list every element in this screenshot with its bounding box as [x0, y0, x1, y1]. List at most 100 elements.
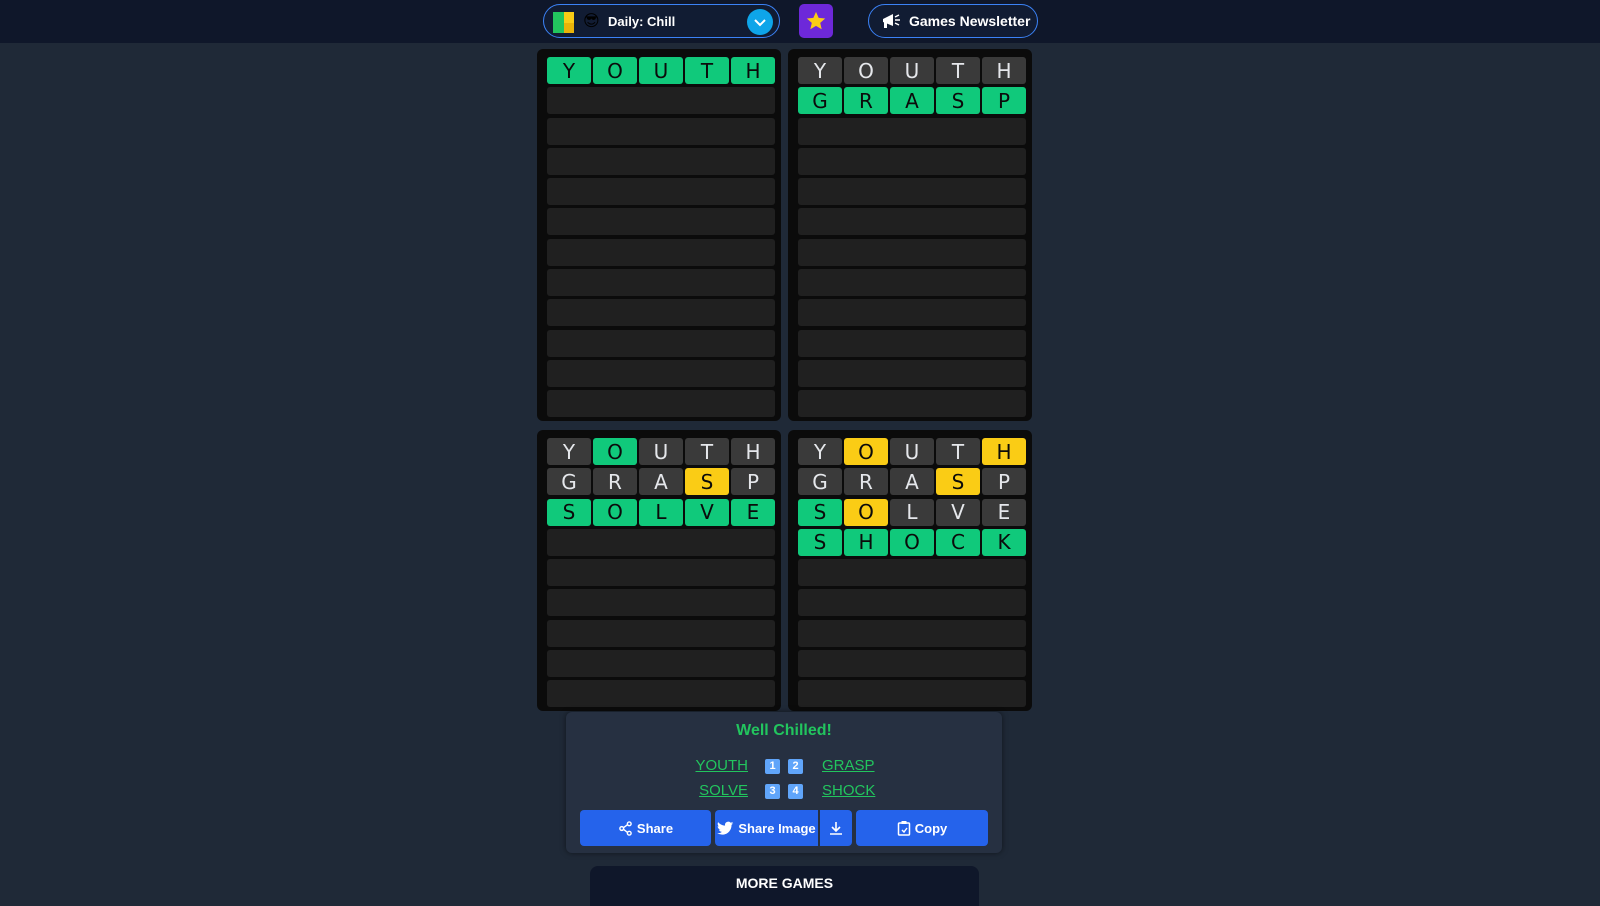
result-panel: Well Chilled! YOUTH 1 2 GRASP SOLVE 3 4 … [566, 712, 1002, 853]
answer-link[interactable]: SHOCK [822, 782, 875, 799]
copy-button[interactable]: Copy [856, 810, 988, 846]
share-label: Share [636, 820, 674, 836]
empty-row [798, 117, 1026, 145]
result-row: YOUTH 1 2 GRASP [566, 757, 1002, 777]
mode-select[interactable]: 😎 Daily: Chill [543, 4, 780, 38]
empty-row [547, 329, 775, 357]
board-number-badge: 4 [788, 784, 803, 799]
guess-row: SHOCK [798, 528, 1026, 556]
board-2: YOUTH GRASP [788, 49, 1032, 421]
guess-row: GRASP [547, 468, 775, 496]
letter-tile: O [593, 498, 637, 526]
empty-row [798, 390, 1026, 418]
letter-tile: L [890, 498, 934, 526]
guess-row: YOUTH [798, 438, 1026, 465]
letter-tile: E [731, 498, 775, 526]
letter-tile: U [890, 438, 934, 465]
letter-tile: Y [547, 57, 591, 84]
guess-row: YOUTH [547, 438, 775, 465]
empty-row [798, 619, 1026, 647]
letter-tile: G [547, 468, 591, 496]
board-number-badge: 1 [765, 759, 780, 774]
share-image-label: Share Image [738, 820, 816, 836]
letter-tile: T [685, 438, 729, 465]
letter-tile: Y [798, 57, 842, 84]
empty-row [547, 299, 775, 327]
empty-row [547, 178, 775, 206]
favorite-button[interactable] [799, 4, 833, 38]
letter-tile: T [936, 57, 980, 84]
letter-tile: H [982, 438, 1026, 465]
letter-tile: S [798, 498, 842, 526]
letter-tile: R [844, 87, 888, 115]
empty-row [547, 147, 775, 175]
letter-tile: P [731, 468, 775, 496]
empty-row [547, 589, 775, 617]
empty-row [547, 390, 775, 418]
letter-tile: K [982, 528, 1026, 556]
letter-tile: U [890, 57, 934, 84]
empty-row [798, 680, 1026, 708]
letter-tile: O [890, 528, 934, 556]
share-image-button[interactable]: Share Image [715, 810, 818, 846]
guess-row: YOUTH [547, 57, 775, 84]
empty-row [798, 208, 1026, 236]
board-1: YOUTH [537, 49, 781, 421]
letter-tile: S [798, 528, 842, 556]
download-button[interactable] [820, 810, 852, 846]
sunglasses-icon: 😎 [583, 13, 600, 30]
answer-link[interactable]: YOUTH [696, 757, 749, 774]
share-button[interactable]: Share [580, 810, 711, 846]
letter-tile: U [639, 438, 683, 465]
empty-row [547, 650, 775, 678]
board-number-badge: 2 [788, 759, 803, 774]
more-games-title: MORE GAMES [735, 875, 834, 891]
letter-tile: R [593, 468, 637, 496]
empty-row [547, 680, 775, 708]
letter-tile: P [982, 87, 1026, 115]
empty-row [798, 359, 1026, 387]
letter-tile: G [798, 87, 842, 115]
empty-row [798, 299, 1026, 327]
letter-tile: A [890, 468, 934, 496]
letter-tile: R [844, 468, 888, 496]
letter-tile: A [890, 87, 934, 115]
guess-row: GRASP [798, 468, 1026, 496]
mode-label: Daily: Chill [608, 14, 676, 29]
newsletter-button[interactable]: Games Newsletter [868, 4, 1038, 38]
chevron-down-icon[interactable] [747, 9, 773, 35]
empty-row [547, 87, 775, 115]
empty-row [798, 559, 1026, 587]
letter-tile: Y [547, 438, 591, 465]
more-games-section: MORE GAMES [590, 866, 979, 906]
letter-tile: O [844, 57, 888, 84]
empty-row [798, 178, 1026, 206]
empty-row [547, 619, 775, 647]
letter-tile: A [639, 468, 683, 496]
empty-row [547, 269, 775, 297]
letter-tile: L [639, 498, 683, 526]
empty-row [798, 589, 1026, 617]
answer-link[interactable]: SOLVE [699, 782, 748, 799]
guess-row: YOUTH [798, 57, 1026, 84]
empty-row [798, 329, 1026, 357]
letter-tile: Y [798, 438, 842, 465]
letter-tile: H [731, 57, 775, 84]
result-row: SOLVE 3 4 SHOCK [566, 782, 1002, 802]
letter-tile: P [982, 468, 1026, 496]
megaphone-icon [881, 12, 901, 30]
empty-row [547, 528, 775, 556]
letter-tile: S [936, 87, 980, 115]
letter-tile: U [639, 57, 683, 84]
letter-tile: O [593, 57, 637, 84]
letter-tile: S [547, 498, 591, 526]
answer-link[interactable]: GRASP [822, 757, 875, 774]
empty-row [798, 650, 1026, 678]
letter-tile: O [844, 438, 888, 465]
empty-row [798, 147, 1026, 175]
empty-row [547, 208, 775, 236]
copy-label: Copy [914, 820, 948, 836]
game-logo-icon [553, 12, 574, 33]
empty-row [547, 117, 775, 145]
board-4: YOUTHGRASPSOLVESHOCK [788, 430, 1032, 711]
